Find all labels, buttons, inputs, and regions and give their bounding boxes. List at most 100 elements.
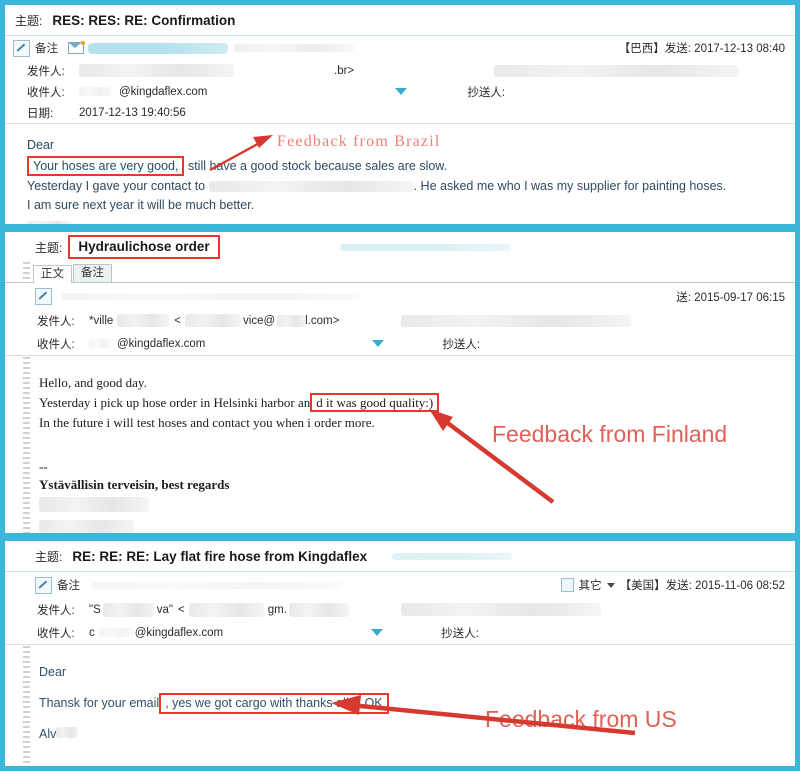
- body-line-2-tail: . He asked me who I was my supplier for …: [413, 179, 727, 193]
- cc-label: 抄送人:: [467, 86, 506, 99]
- chevron-down-icon[interactable]: [395, 88, 408, 95]
- redaction-blur: [79, 64, 234, 77]
- meta-label-date: 日期:: [27, 107, 54, 120]
- meta-bracket-open: <: [174, 314, 182, 327]
- meta-value-from: *ville: [89, 314, 114, 327]
- meta-label-to: 收件人:: [37, 627, 75, 640]
- category-label[interactable]: 其它: [579, 577, 602, 593]
- meta-value-to: @kingdaflex.com: [117, 337, 206, 350]
- body-line-1-tail: still have a good stock because sales ar…: [184, 159, 448, 173]
- subject-label: 主题:: [35, 549, 63, 564]
- redaction-blur: [188, 602, 264, 617]
- meta-value-from: .br>: [334, 64, 355, 77]
- note-label[interactable]: 备注: [57, 577, 80, 593]
- redaction-blur: [88, 42, 228, 54]
- meta-label-from: 发件人:: [27, 65, 65, 78]
- redaction-blur: [401, 314, 632, 327]
- subject-bar-us: 主题: RE: RE: RE: Lay flat fire hose from …: [5, 541, 795, 571]
- redaction-blur: [494, 64, 740, 77]
- meta-row-from: 发件人: *ville < vice@ l.com>: [5, 309, 795, 332]
- panel-stack: 主题: RES: RES: RE: Confirmation 备注 【巴西】发送…: [5, 5, 795, 766]
- meta-label-to: 收件人:: [27, 86, 65, 99]
- sent-timestamp-row: 其它 【美国】发送: 2015-11-06 08:52: [560, 577, 785, 593]
- chevron-down-icon[interactable]: [372, 340, 385, 347]
- cc-label: 抄送人:: [442, 338, 481, 351]
- subject-text-highlighted: Hydraulichose order: [68, 235, 220, 259]
- sent-timestamp: 送: 2015-09-17 06:15: [676, 292, 785, 304]
- body-line: Hello, and good day.: [39, 374, 795, 392]
- body-greeting: Hello, and good day.: [39, 375, 147, 390]
- highlight-box-hoses-good: Your hoses are very good,: [27, 156, 185, 176]
- email-panel-finland: 主题: Hydraulichose order 正文 备注 送: 2015-09…: [5, 232, 795, 533]
- redaction-blur: [79, 87, 111, 96]
- meta-value-from-3: gm.: [267, 603, 287, 616]
- redaction-blur: [27, 221, 71, 224]
- meta-label-to: 收件人:: [37, 338, 75, 351]
- meta-value-date: 2017-12-13 19:40:56: [79, 106, 186, 119]
- meta-row-to: 收件人: @kingdaflex.com 抄送人:: [5, 81, 795, 102]
- meta-value-from: "S: [89, 603, 101, 616]
- chevron-down-icon[interactable]: [371, 629, 384, 636]
- subject-label: 主题:: [15, 13, 43, 28]
- email-panel-us: 主题: RE: RE: RE: Lay flat fire hose from …: [5, 541, 795, 766]
- subject-label: 主题:: [35, 240, 63, 255]
- redaction-blur: [89, 339, 111, 348]
- email-body-us: Dear Thansk for your email, yes we got c…: [5, 645, 795, 750]
- signature-blur-block: [39, 497, 795, 533]
- meta-label-from: 发件人:: [37, 315, 75, 328]
- tab-body[interactable]: 正文: [33, 265, 72, 283]
- body-line: Alv: [39, 719, 795, 750]
- chevron-down-icon[interactable]: [606, 582, 615, 588]
- body-line: Your hoses are very good, still have a g…: [27, 155, 795, 177]
- redaction-blur: [185, 314, 242, 327]
- tab-notes[interactable]: 备注: [73, 264, 112, 282]
- toolbar-us: 备注 其它 【美国】发送: 2015-11-06 08:52: [5, 572, 795, 598]
- email-body-brazil: Dear Your hoses are very good, still hav…: [5, 124, 795, 224]
- tab-bar-finland: 正文 备注: [5, 262, 795, 283]
- meta-value-to: @kingdaflex.com: [119, 85, 208, 98]
- meta-value-from-3: l.com>: [305, 314, 340, 327]
- subject-bar-brazil: 主题: RES: RES: RE: Confirmation: [5, 5, 795, 36]
- meta-bracket-open: <: [178, 603, 185, 616]
- meta-value-to: @kingdaflex.com: [134, 626, 224, 639]
- note-label[interactable]: 备注: [35, 40, 58, 56]
- meta-label-from: 发件人:: [37, 604, 75, 617]
- body-signature-regards: Ystävällisin terveisin, best regards: [39, 476, 795, 494]
- highlight-box-got-cargo: , yes we got cargo with thanks all is OK: [159, 693, 389, 714]
- pencil-icon[interactable]: [13, 39, 30, 57]
- redaction-blur: [102, 602, 155, 617]
- meta-prefix-to: c: [89, 626, 95, 639]
- meta-row-from: 发件人: "S va" < gm.: [5, 598, 795, 621]
- meta-row-from: 发件人: .br>: [5, 60, 795, 81]
- redaction-blur: [56, 727, 79, 738]
- list-icon: [560, 578, 574, 592]
- meta-row-to: 收件人: c @kingdaflex.com 抄送人:: [5, 621, 795, 644]
- redaction-blur: [117, 314, 170, 327]
- redaction-blur: [234, 44, 354, 52]
- highlight-box-good-quality: d it was good quality:): [310, 393, 440, 412]
- redaction-blur: [392, 552, 513, 560]
- envelope-icon[interactable]: [68, 41, 85, 54]
- redaction-blur: [39, 520, 134, 533]
- subject-text: RES: RES: RE: Confirmation: [52, 12, 236, 28]
- pencil-icon[interactable]: [35, 576, 52, 594]
- body-line: Dear: [39, 657, 795, 688]
- body-greeting: Dear: [39, 665, 67, 679]
- redaction-blur: [288, 602, 349, 617]
- body-line: Yesterday i pick up hose order in Helsin…: [39, 392, 795, 414]
- redaction-blur: [92, 581, 342, 589]
- cc-label: 抄送人:: [441, 627, 479, 640]
- outer-frame: 主题: RES: RES: RE: Confirmation 备注 【巴西】发送…: [0, 0, 800, 771]
- signature-dashes: --: [39, 459, 48, 474]
- subject-text: RE: RE: RE: Lay flat fire hose from King…: [72, 548, 368, 564]
- meta-row-to: 收件人: @kingdaflex.com 抄送人:: [5, 332, 795, 355]
- pencil-icon[interactable]: [35, 287, 52, 305]
- email-body-finland: Hello, and good day. Yesterday i pick up…: [5, 356, 795, 533]
- body-line-1-head: Yesterday i pick up hose order in Helsin…: [39, 395, 311, 410]
- body-line: In the future i will test hoses and cont…: [39, 414, 795, 432]
- email-header-finland: 送: 2015-09-17 06:15 发件人: *ville < vice@ …: [5, 283, 795, 356]
- redaction-blur: [400, 603, 601, 616]
- meta-value-from-2: vice@: [243, 314, 276, 327]
- email-panel-brazil: 主题: RES: RES: RE: Confirmation 备注 【巴西】发送…: [5, 5, 795, 224]
- email-header-us: 备注 其它 【美国】发送: 2015-11-06 08:52 发件人: "S v…: [5, 571, 795, 645]
